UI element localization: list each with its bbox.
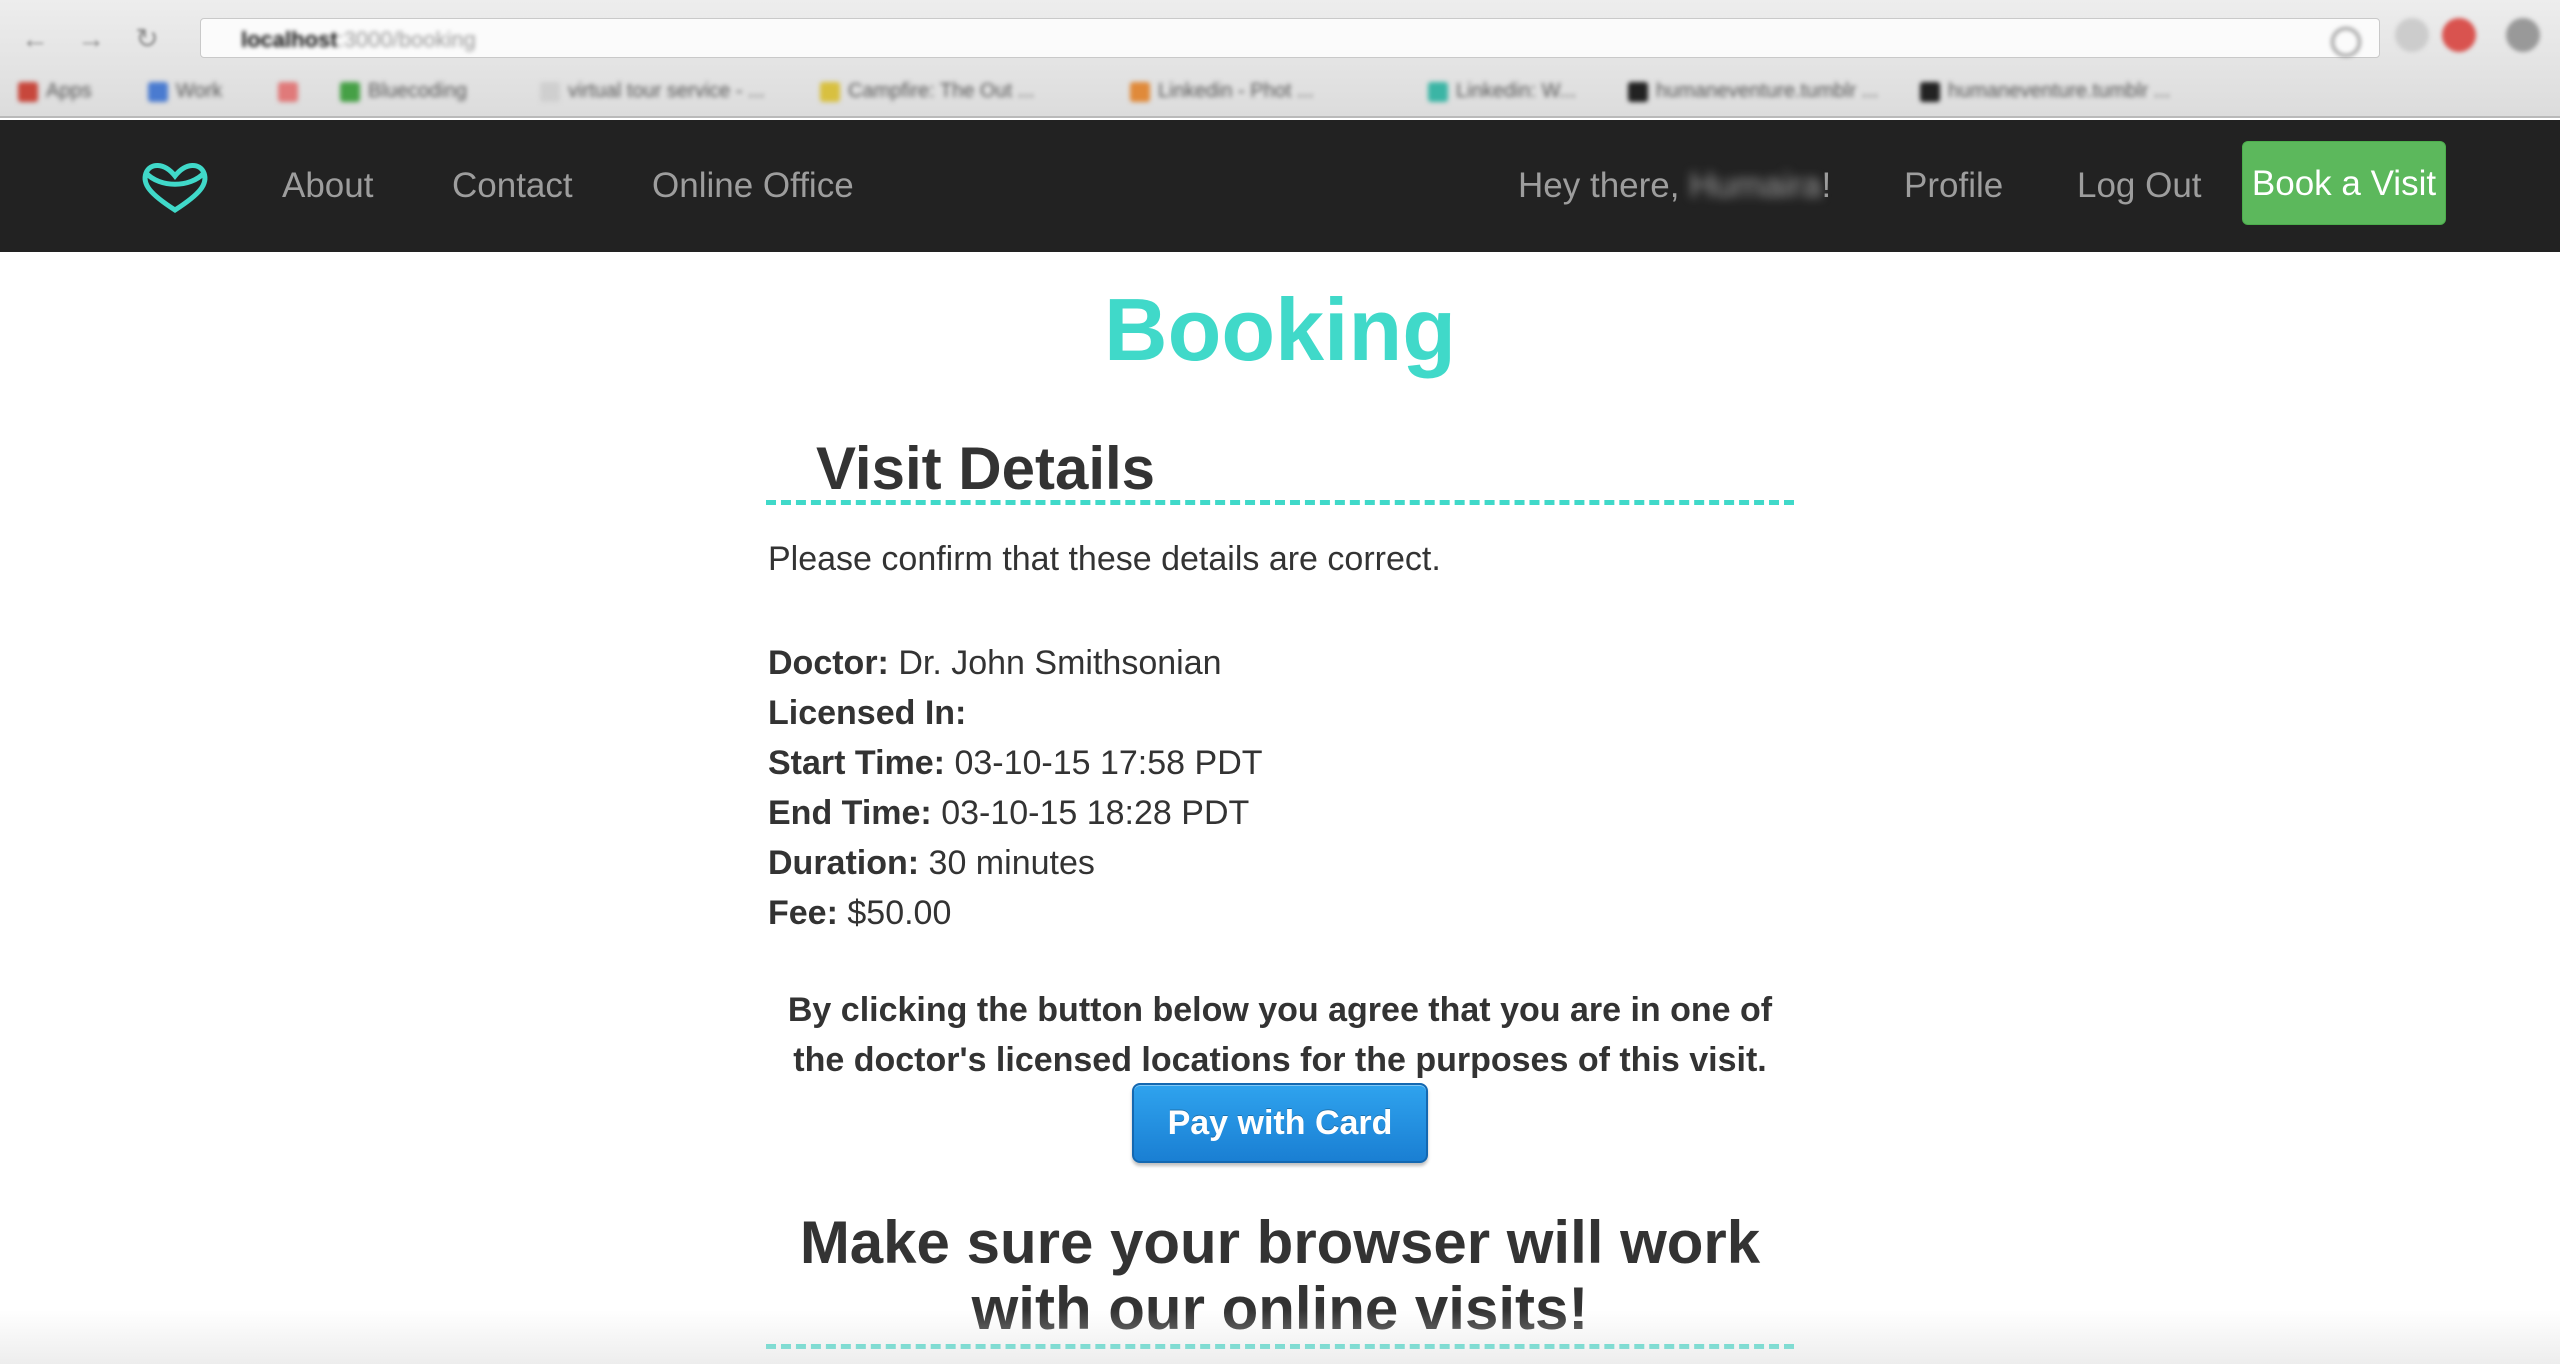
detail-label: Fee: [768,894,838,932]
visit-details-heading: Visit Details [816,436,1844,502]
bookmark-label: humaneventure.tumblr ... [1948,80,2171,102]
agreement-line: the doctor's licensed locations for the … [793,1041,1767,1079]
detail-row: Licensed In: [768,688,1263,738]
bookmark-icon [1428,81,1448,102]
bookmark-label: humaneventure.tumblr ... [1656,80,1879,102]
bookmark-item[interactable]: humaneventure.tumblr ... [1920,80,2170,104]
detail-value: $50.00 [847,894,952,932]
visit-details-list: Doctor: Dr. John Smithsonian Licensed In:… [768,638,1263,938]
dashed-divider [766,500,1794,505]
book-a-visit-button[interactable]: Book a Visit [2242,141,2446,225]
bookmark-item[interactable]: humaneventure.tumblr ... [1628,80,1878,104]
browser-chrome: ← → ↻ localhost:3000/booking Apps Work Blu… [0,0,2560,118]
address-text: localhost:3000/booking [241,27,476,52]
menu-icon[interactable] [2506,18,2540,52]
browser-check-line: Make sure your browser will work [799,1209,1761,1276]
pay-with-card-button[interactable]: Pay with Card [1132,1083,1428,1163]
detail-value: 30 minutes [928,844,1095,882]
agreement-text: By clicking the button below you agree t… [766,985,1794,1085]
detail-value: 03-10-15 18:28 PDT [941,794,1250,832]
bookmark-label: Linkedin: W... [1456,80,1577,102]
detail-row: Start Time: 03-10-15 17:58 PDT [768,738,1263,788]
bookmark-item[interactable]: Campfire: The Out ... [820,80,1034,104]
site-navbar: About Contact Online Office Hey there, H… [0,120,2560,252]
page-title: Booking [1104,280,1456,379]
bookmark-icon [1920,81,1940,102]
detail-label: Doctor: [768,644,889,682]
bookmark-icon [540,81,560,102]
bookmark-icon [278,81,298,102]
bookmark-label: Bluecoding [368,80,467,102]
confirm-intro-text: Please confirm that these details are co… [768,540,1441,578]
bookmark-item[interactable]: Apps [18,80,92,104]
extension-icon[interactable] [2395,18,2429,52]
browser-check-line: with our online visits! [971,1275,1589,1342]
bookmark-label: Apps [46,80,92,102]
bookmark-icon [148,81,168,102]
detail-label: Licensed In: [768,694,967,732]
greeting-suffix: ! [1821,166,1832,205]
nav-link-about[interactable]: About [282,164,373,208]
bookmark-icon [340,81,360,102]
browser-toolbar: ← → ↻ localhost:3000/booking [0,14,2560,62]
bookmark-icon [820,81,840,102]
bookmark-item[interactable]: Bluecoding [340,80,467,104]
bookmark-label: virtual tour service - ... [568,80,765,102]
nav-link-logout[interactable]: Log Out [2077,164,2202,208]
back-icon[interactable]: ← [18,22,52,56]
bookmarks-bar: Apps Work Bluecoding virtual tour service -… [0,72,2560,112]
detail-value: 03-10-15 17:58 PDT [954,744,1263,782]
detail-label: End Time: [768,794,932,832]
detail-row: End Time: 03-10-15 18:28 PDT [768,788,1263,838]
bookmark-label: Work [176,80,223,102]
bookmark-item[interactable]: virtual tour service - ... [540,80,765,104]
bookmark-icon [18,81,38,102]
bookmark-item[interactable] [278,80,306,104]
user-greeting: Hey there, Humaira! [1518,164,1831,208]
detail-value: Dr. John Smithsonian [898,644,1222,682]
username: Humaira [1689,166,1822,205]
detail-label: Duration: [768,844,920,882]
browser-check-heading: Make sure your browser will work with ou… [766,1210,1794,1342]
bookmark-item[interactable]: Linkedin: W... [1428,80,1576,104]
nav-link-profile[interactable]: Profile [1904,164,2003,208]
detail-label: Start Time: [768,744,945,782]
extension-icon[interactable] [2442,18,2476,52]
greeting-prefix: Hey there, [1518,166,1690,205]
agreement-line: By clicking the button below you agree t… [787,991,1773,1029]
bookmark-icon [1130,81,1150,102]
forward-icon[interactable]: → [74,22,108,56]
address-bar[interactable]: localhost:3000/booking [200,18,2380,58]
nav-link-contact[interactable]: Contact [452,164,573,208]
nav-link-online-office[interactable]: Online Office [652,164,854,208]
bookmark-item[interactable]: Linkedin - Phot ... [1130,80,1314,104]
heart-logo-icon[interactable] [140,160,210,216]
detail-row: Fee: $50.00 [768,888,1263,938]
detail-row: Duration: 30 minutes [768,838,1263,888]
dashed-divider [766,1344,1794,1349]
bookmark-label: Linkedin - Phot ... [1158,80,1314,102]
section-heading-text: Visit Details [816,435,1156,502]
detail-row: Doctor: Dr. John Smithsonian [768,638,1263,688]
reload-icon[interactable]: ↻ [130,22,164,56]
bookmark-label: Campfire: The Out ... [848,80,1035,102]
bookmark-icon [1628,81,1648,102]
bookmark-item[interactable]: Work [148,80,222,104]
search-icon[interactable] [2331,27,2361,57]
